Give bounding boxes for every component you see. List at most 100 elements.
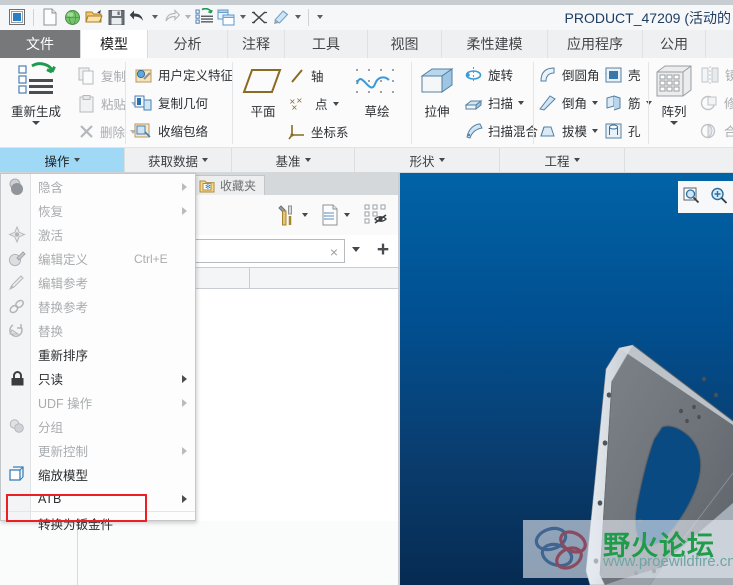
tab-common[interactable]: 公用	[643, 30, 706, 58]
delete-button[interactable]: 删除	[78, 122, 137, 141]
app-window-icon[interactable]	[6, 6, 28, 28]
merge-button[interactable]: 合并	[700, 121, 733, 140]
pattern-button[interactable]: 阵列	[650, 62, 698, 125]
chevron-down-icon[interactable]	[344, 213, 350, 217]
regenerate-icon[interactable]	[193, 6, 215, 28]
tools-button[interactable]	[276, 203, 308, 227]
clear-x-icon[interactable]: ×	[330, 244, 338, 260]
menu-item-reorder[interactable]: 重新排序	[2, 343, 195, 366]
trim-button[interactable]: 修剪	[700, 93, 733, 112]
shrinkwrap-button[interactable]: 收缩包络	[134, 121, 208, 140]
menu-item-readonly[interactable]: 只读	[2, 367, 195, 390]
redo-dropdown-arrow[interactable]	[182, 6, 193, 28]
tab-tools[interactable]: 工具	[285, 30, 368, 58]
ribbon-tabstrip[interactable]: 文件 模型 分析 注释 工具 视图 柔性建模 应用程序 公用	[0, 30, 733, 58]
menu-item-udf-operations[interactable]: UDF 操作	[2, 391, 195, 414]
zoom-to-fit-icon[interactable]	[682, 186, 702, 209]
menu-item-update-control[interactable]: 更新控制	[2, 439, 195, 462]
paste-button[interactable]: 粘贴	[78, 94, 138, 113]
draft-button[interactable]: 拔模	[538, 121, 599, 140]
group-label-engineering[interactable]: 工程	[500, 148, 625, 172]
copy-geometry-button[interactable]: 复制几何	[134, 93, 208, 112]
save-icon[interactable]	[105, 6, 127, 28]
chevron-down-icon[interactable]	[438, 158, 445, 162]
tab-model[interactable]: 模型	[80, 30, 148, 58]
menu-item-suppress[interactable]: 隐含	[2, 175, 195, 198]
udf-button[interactable]: 用户定义特征	[134, 65, 233, 84]
menu-item-group[interactable]: 分组	[2, 415, 195, 438]
chamfer-label: 倒角	[562, 97, 588, 111]
extrude-button[interactable]: 拉伸	[414, 64, 460, 120]
datum-axis-button[interactable]: 轴	[288, 66, 324, 85]
group-label-operations[interactable]: 操作	[0, 148, 125, 172]
sweep-icon	[464, 99, 483, 110]
sweep-button[interactable]: 扫描	[464, 93, 525, 112]
undo-icon[interactable]	[127, 6, 149, 28]
window-switch-icon[interactable]	[215, 6, 237, 28]
tab-annotate[interactable]: 注释	[228, 30, 285, 58]
open-folder-icon[interactable]	[83, 6, 105, 28]
context-menu[interactable]: 隐含 恢复 激活 编辑定义 Ctrl+E 编辑参考 替换参考 替换 重新排序 只…	[0, 173, 196, 532]
open-web-icon[interactable]	[61, 6, 83, 28]
close-window-icon[interactable]	[248, 6, 270, 28]
chevron-down-icon[interactable]	[304, 158, 311, 162]
zoom-in-icon[interactable]	[709, 186, 729, 209]
chevron-down-icon[interactable]	[202, 158, 208, 162]
navigator-tab-favorites[interactable]: ✻ 收藏夹	[192, 175, 266, 195]
chevron-down-icon[interactable]	[302, 213, 308, 217]
list-doc-button[interactable]	[320, 203, 350, 227]
hole-button[interactable]: 孔	[604, 121, 641, 140]
group-label-shape[interactable]: 形状	[355, 148, 500, 172]
swept-blend-button[interactable]: 扫描混合	[464, 121, 538, 140]
tab-file[interactable]: 文件	[0, 30, 80, 58]
copy-button[interactable]: 复制	[78, 66, 126, 85]
swept-blend-label: 扫描混合	[488, 125, 539, 139]
chevron-down-icon[interactable]	[332, 101, 339, 106]
revolve-button[interactable]: 旋转	[464, 65, 513, 84]
chevron-down-icon[interactable]	[518, 100, 525, 105]
customize-qat-icon[interactable]	[314, 6, 325, 28]
group-label-datum[interactable]: 基准	[232, 148, 355, 172]
draft-icon	[540, 126, 555, 136]
undo-dropdown-arrow[interactable]	[149, 6, 160, 28]
chevron-down-icon[interactable]	[73, 158, 80, 162]
appearance-icon[interactable]	[270, 6, 292, 28]
tab-analysis[interactable]: 分析	[148, 30, 228, 58]
menu-item-scale-model[interactable]: 缩放模型	[2, 463, 195, 486]
tab-view[interactable]: 视图	[368, 30, 442, 58]
window-switch-dropdown-arrow[interactable]	[237, 6, 248, 28]
tab-applications[interactable]: 应用程序	[548, 30, 643, 58]
group-label-get-data[interactable]: 获取数据	[125, 148, 232, 172]
round-button[interactable]: 倒圆角	[538, 65, 611, 84]
coordinate-system-button[interactable]: 坐标系	[288, 122, 349, 141]
datum-plane-button[interactable]: 平面	[236, 66, 290, 120]
chevron-down-icon[interactable]	[352, 247, 360, 252]
quick-access-toolbar[interactable]	[0, 2, 325, 32]
chevron-down-icon[interactable]	[32, 121, 40, 125]
shell-button[interactable]: 壳	[604, 65, 641, 84]
tree-filter-button[interactable]	[364, 203, 388, 227]
chevron-down-icon[interactable]	[573, 158, 580, 162]
rib-button[interactable]: 筋	[604, 93, 652, 112]
datum-point-button[interactable]: × × × 点	[288, 94, 339, 113]
chevron-right-icon	[182, 206, 187, 215]
chamfer-button[interactable]: 倒角	[538, 93, 599, 112]
plus-icon[interactable]: +	[374, 239, 392, 260]
sketch-button[interactable]: 草绘	[350, 64, 404, 120]
appearance-dropdown-arrow[interactable]	[292, 6, 303, 28]
menu-item-resume[interactable]: 恢复	[2, 199, 195, 222]
new-file-icon[interactable]	[39, 6, 61, 28]
viewport-zoom-toolbar[interactable]	[678, 181, 733, 213]
regenerate-button[interactable]: 重新生成	[6, 62, 66, 125]
redo-icon[interactable]	[160, 6, 182, 28]
menu-item-replace[interactable]: 替换	[2, 319, 195, 342]
chevron-down-icon[interactable]	[592, 128, 599, 133]
menu-item-edit-definition[interactable]: 编辑定义 Ctrl+E	[2, 247, 195, 270]
chevron-down-icon[interactable]	[670, 121, 678, 125]
tab-flexible-modeling[interactable]: 柔性建模	[442, 30, 548, 58]
mirror-button[interactable]: 镜像	[700, 65, 733, 84]
menu-item-activate[interactable]: 激活	[2, 223, 195, 246]
chevron-down-icon[interactable]	[592, 100, 599, 105]
menu-item-edit-reference[interactable]: 编辑参考	[2, 271, 195, 294]
menu-item-replace-reference[interactable]: 替换参考	[2, 295, 195, 318]
